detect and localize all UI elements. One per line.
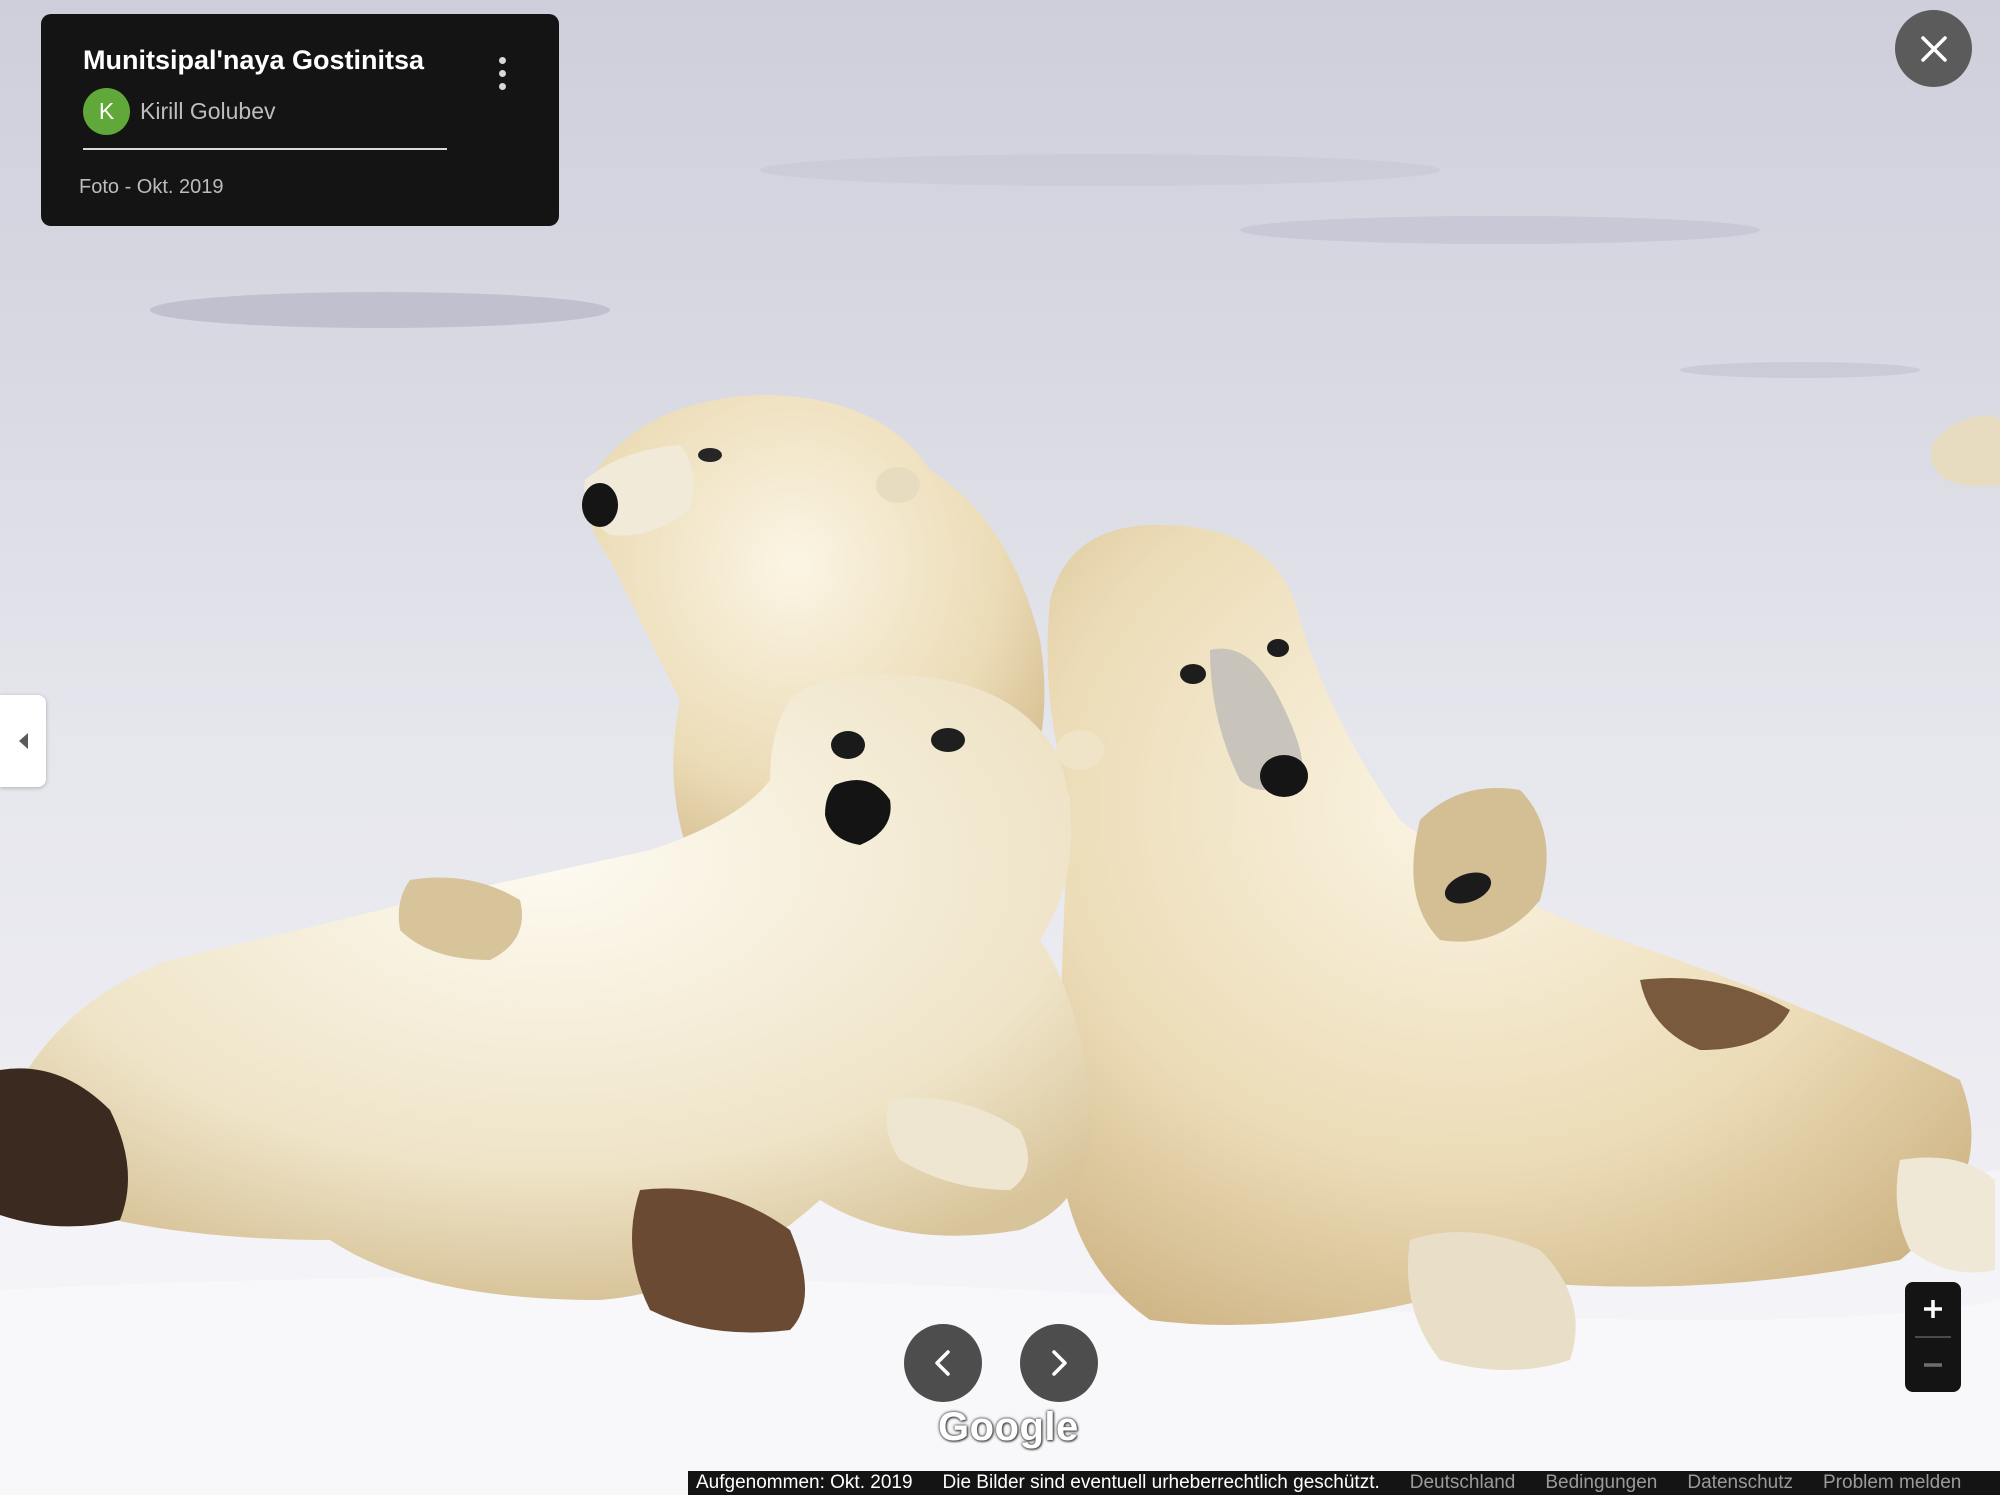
close-icon [1920,35,1947,62]
copyright-notice: Die Bilder sind eventuell urheberrechtli… [942,1472,1380,1493]
photo-date: Foto - Okt. 2019 [79,176,224,198]
zoom-out-button[interactable] [1905,1338,1961,1392]
zoom-in-button[interactable] [1905,1282,1961,1336]
author-name[interactable]: Kirill Golubev [140,98,276,125]
chevron-left-icon [935,1350,950,1376]
place-title[interactable]: Munitsipal'naya Gostinitsa [83,45,424,76]
place-info-card: Munitsipal'naya Gostinitsa K Kirill Golu… [41,14,559,226]
capture-date: Aufgenommen: Okt. 2019 [696,1472,913,1493]
footer-bar: Aufgenommen: Okt. 2019 Die Bilder sind e… [688,1471,2000,1495]
more-options-button[interactable] [490,48,514,98]
google-logo: Google [938,1405,1079,1449]
chevron-left-icon [19,733,28,749]
divider [83,148,447,150]
author-row[interactable]: K Kirill Golubev [83,87,276,135]
country-link[interactable]: Deutschland [1410,1472,1516,1494]
collapse-panel-button[interactable] [0,695,46,787]
zoom-control [1905,1282,1961,1392]
more-vertical-icon [498,56,506,64]
previous-photo-button[interactable] [904,1324,982,1402]
minus-icon [1924,1363,1942,1367]
privacy-link[interactable]: Datenschutz [1687,1472,1793,1494]
close-button[interactable] [1895,10,1972,87]
plus-icon [1924,1300,1942,1318]
avatar[interactable]: K [83,87,130,135]
report-problem-link[interactable]: Problem melden [1823,1472,1961,1494]
terms-link[interactable]: Bedingungen [1545,1472,1657,1494]
chevron-right-icon [1052,1350,1067,1376]
next-photo-button[interactable] [1020,1324,1098,1402]
